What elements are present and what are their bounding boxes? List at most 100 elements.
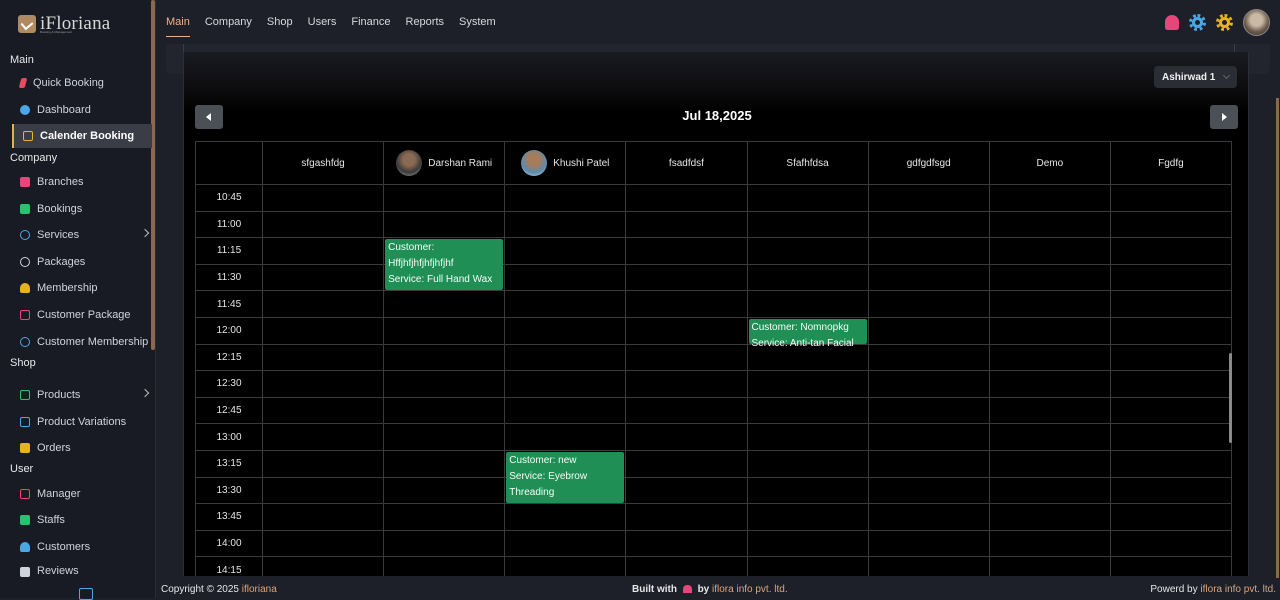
sidebar-item-membership[interactable]: Membership: [12, 276, 152, 300]
time-slot[interactable]: [504, 343, 627, 372]
time-slot[interactable]: [746, 396, 869, 425]
page-scrollbar[interactable]: [1276, 98, 1279, 578]
time-slot[interactable]: [746, 476, 869, 505]
time-slot[interactable]: [988, 529, 1111, 558]
time-slot[interactable]: [625, 237, 748, 265]
time-slot[interactable]: [383, 396, 506, 425]
time-slot[interactable]: [504, 503, 627, 531]
time-slot[interactable]: [1109, 184, 1233, 212]
topnav-company[interactable]: Company: [205, 10, 252, 34]
time-slot[interactable]: [867, 290, 990, 318]
time-slot[interactable]: [625, 449, 748, 478]
sidebar-item-customers[interactable]: Customers: [12, 535, 152, 559]
time-slot[interactable]: [504, 316, 627, 345]
sidebar-item-manager[interactable]: Manager: [12, 482, 152, 506]
time-slot[interactable]: [625, 476, 748, 505]
time-slot[interactable]: [504, 423, 627, 451]
time-slot[interactable]: [867, 503, 990, 531]
time-slot[interactable]: [383, 556, 506, 576]
topnav-system[interactable]: System: [459, 10, 496, 34]
topnav-reports[interactable]: Reports: [406, 10, 445, 34]
sidebar-item-branches[interactable]: Branches: [12, 170, 152, 194]
time-slot[interactable]: [261, 396, 385, 425]
topnav-users[interactable]: Users: [308, 10, 337, 34]
time-slot[interactable]: Customer: Hffjhfjhfjhfjhfjhf Service: Ful…: [383, 237, 506, 291]
time-slot[interactable]: [504, 237, 627, 265]
time-slot[interactable]: [867, 556, 990, 576]
time-slot[interactable]: [867, 316, 990, 345]
sidebar-item-bookings[interactable]: Bookings: [12, 197, 152, 221]
time-slot[interactable]: [261, 316, 385, 345]
time-slot[interactable]: [261, 343, 385, 372]
copyright-link[interactable]: ifloriana: [242, 584, 277, 595]
time-slot[interactable]: [625, 184, 748, 212]
time-slot[interactable]: [261, 423, 385, 451]
time-slot[interactable]: [625, 370, 748, 398]
sidebar-item-customer-membership[interactable]: Customer Membership: [12, 330, 152, 354]
bell-icon[interactable]: [1165, 15, 1179, 30]
topnav-finance[interactable]: Finance: [351, 10, 390, 34]
time-slot[interactable]: [625, 316, 748, 345]
time-slot[interactable]: Customer: new Service: Eyebrow Threading: [504, 449, 627, 504]
time-slot[interactable]: [261, 476, 385, 505]
time-slot[interactable]: [1109, 370, 1233, 398]
time-slot[interactable]: [261, 184, 385, 212]
next-day-button[interactable]: [1210, 105, 1238, 129]
time-slot[interactable]: [383, 529, 506, 558]
time-slot[interactable]: [625, 343, 748, 372]
time-slot[interactable]: [746, 184, 869, 212]
time-slot[interactable]: [988, 210, 1111, 239]
time-slot[interactable]: [746, 503, 869, 531]
time-slot[interactable]: [625, 263, 748, 292]
time-slot[interactable]: [1109, 449, 1233, 478]
time-slot[interactable]: [746, 263, 869, 292]
time-slot[interactable]: [383, 210, 506, 239]
time-slot[interactable]: [1109, 316, 1233, 345]
time-slot[interactable]: [625, 503, 748, 531]
time-slot[interactable]: [988, 343, 1111, 372]
time-slot[interactable]: [625, 396, 748, 425]
time-slot[interactable]: [867, 529, 990, 558]
time-slot[interactable]: [261, 503, 385, 531]
time-slot[interactable]: [746, 290, 869, 318]
time-slot[interactable]: [867, 449, 990, 478]
sidebar-item-product-variations[interactable]: Product Variations: [12, 410, 152, 434]
time-slot[interactable]: [1109, 529, 1233, 558]
time-slot[interactable]: [1109, 210, 1233, 239]
time-slot[interactable]: [383, 476, 506, 505]
time-slot[interactable]: [746, 556, 869, 576]
time-slot[interactable]: [746, 370, 869, 398]
time-slot[interactable]: [383, 423, 506, 451]
user-avatar[interactable]: [1243, 9, 1270, 36]
time-slot[interactable]: Customer: Nomnopkg Service: Anti-tan Faci…: [746, 316, 869, 349]
time-slot[interactable]: [383, 316, 506, 345]
time-slot[interactable]: [1109, 237, 1233, 265]
time-slot[interactable]: [867, 210, 990, 239]
calendar-scrollbar[interactable]: [1227, 141, 1233, 576]
time-slot[interactable]: [625, 556, 748, 576]
time-slot[interactable]: [1109, 343, 1233, 372]
sidebar-item-packages[interactable]: Packages: [12, 250, 152, 274]
time-slot[interactable]: [867, 184, 990, 212]
time-slot[interactable]: [988, 370, 1111, 398]
time-slot[interactable]: [867, 263, 990, 292]
sidebar-item-orders[interactable]: Orders: [12, 436, 152, 460]
time-slot[interactable]: [504, 396, 627, 425]
topnav-main[interactable]: Main: [166, 10, 190, 37]
sidebar-item-customer-package[interactable]: Customer Package: [12, 303, 152, 327]
time-slot[interactable]: [988, 449, 1111, 478]
time-slot[interactable]: [383, 449, 506, 478]
time-slot[interactable]: [867, 423, 990, 451]
time-slot[interactable]: [746, 423, 869, 451]
time-slot[interactable]: [988, 290, 1111, 318]
sidebar-item-reviews[interactable]: Reviews: [12, 561, 152, 577]
time-slot[interactable]: [988, 263, 1111, 292]
time-slot[interactable]: [261, 556, 385, 576]
time-slot[interactable]: [746, 449, 869, 478]
time-slot[interactable]: [1109, 556, 1233, 576]
appointment-card[interactable]: Customer: Nomnopkg Service: Anti-tan Faci…: [748, 318, 867, 349]
time-slot[interactable]: [504, 184, 627, 212]
sidebar-item-calender-booking[interactable]: Calender Booking: [12, 124, 152, 148]
time-slot[interactable]: [1109, 423, 1233, 451]
time-slot[interactable]: [504, 529, 627, 558]
